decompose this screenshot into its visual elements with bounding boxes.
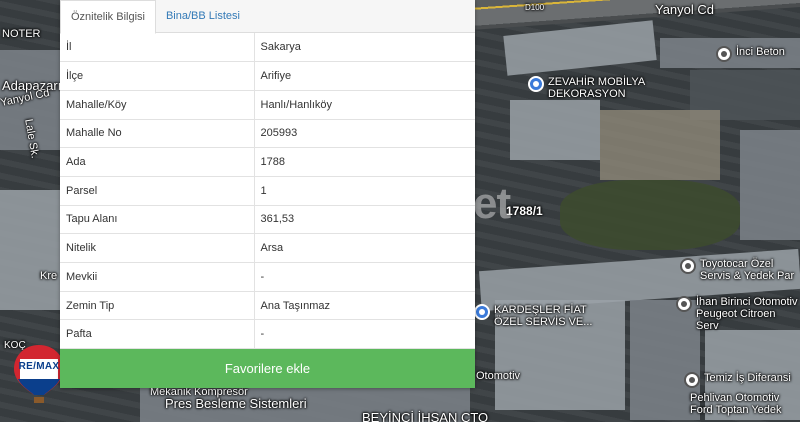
poi-label: İnci Beton (736, 46, 785, 58)
attribute-key: İlçe (60, 61, 255, 91)
map-label-kre: Kre (40, 270, 58, 282)
panel-tabs: Öznitelik Bilgisi Bina/BB Listesi (60, 0, 475, 34)
car-service-pin-icon (676, 296, 692, 312)
poi-kardesler[interactable]: KARDEŞLER FİAT ÖZEL SERVİS VE... (474, 304, 592, 328)
parcel-info-panel: Öznitelik Bilgisi Bina/BB Listesi İl Saka… (60, 0, 475, 388)
attribute-key: Zemin Tip (60, 291, 255, 320)
poi-label: Pehlivan Otomotiv Ford Toptan Yedek (690, 392, 782, 416)
table-row: Pafta - (60, 319, 475, 349)
table-row: Mahalle/Köy Hanlı/Hanlıköy (60, 90, 475, 120)
tree-cover (560, 180, 740, 250)
map-label-noter: NOTER (2, 28, 41, 40)
remax-text: RE/MAX (18, 361, 60, 372)
attribute-key: Tapu Alanı (60, 205, 255, 234)
poi-label: Toyotocar Özel Servis & Yedek Par (700, 258, 795, 282)
poi-zevahir[interactable]: ZEVAHİR MOBİLYA DEKORASYON (528, 76, 645, 100)
car-service-pin-icon (684, 372, 700, 388)
attribute-key: Pafta (60, 319, 255, 349)
table-row: Tapu Alanı 361,53 (60, 205, 475, 234)
attribute-value: Arsa (260, 242, 284, 255)
attribute-value: 1 (260, 184, 267, 197)
map-label-street: Yanyol Cd (655, 2, 715, 17)
shopping-pin-icon (474, 304, 490, 320)
table-row: Parsel 1 (60, 176, 475, 206)
table-row: Nitelik Arsa (60, 233, 475, 263)
shopping-pin-icon (528, 76, 544, 92)
attribute-value: 1788 (260, 156, 285, 169)
attribute-key: Nitelik (60, 233, 255, 263)
table-row: İlçe Arifiye (60, 61, 475, 91)
poi-label: Temiz İş Diferansi (704, 372, 791, 384)
tab-bina-bb-listesi[interactable]: Bina/BB Listesi (156, 0, 251, 32)
table-row: Ada 1788 (60, 147, 475, 177)
attribute-value: Arifiye (260, 70, 292, 83)
remax-badge: RE/MAX (12, 343, 66, 405)
attribute-value: 361,53 (260, 213, 295, 226)
open-ground (600, 110, 720, 180)
balloon-logo-icon (14, 345, 64, 403)
poi-label: Otomotiv (476, 370, 521, 382)
attribute-value: - (260, 270, 265, 283)
poi-pehlivan[interactable]: Pehlivan Otomotiv Ford Toptan Yedek (690, 392, 782, 416)
table-row: İl Sakarya (60, 33, 475, 62)
building-roof (740, 130, 800, 240)
poi-beyinci: BEYİNCİ İHSAN ÇTO (362, 410, 489, 422)
attribute-key: Mahalle/Köy (60, 90, 255, 120)
building-roof (510, 100, 600, 160)
building-roof (0, 190, 60, 310)
attribute-table: İl Sakarya İlçe Arifiye Mahalle/Köy Hanlı/H… (60, 33, 475, 349)
poi-toyotocar[interactable]: Toyotocar Özel Servis & Yedek Par (680, 258, 794, 282)
attribute-value: Sakarya (260, 41, 301, 54)
table-row: Zemin Tip Ana Taşınmaz (60, 291, 475, 320)
attribute-value: 205993 (260, 127, 298, 140)
poi-label: KARDEŞLER FİAT ÖZEL SERVİS VE... (494, 304, 593, 328)
attribute-key: Mevkii (60, 262, 255, 292)
building-roof (503, 20, 657, 76)
map-pin-icon (716, 46, 732, 62)
table-row: Mevkii - (60, 262, 475, 292)
poi-pres: Pres Besleme Sistemleri (165, 396, 307, 411)
attribute-value: - (260, 328, 265, 341)
poi-ihan[interactable]: İhan Birinci Otomotiv Peugeot Citroen Se… (676, 296, 800, 332)
poi-label: İhan Birinci Otomotiv Peugeot Citroen Se… (696, 296, 798, 332)
tab-oznitelik-bilgisi[interactable]: Öznitelik Bilgisi (60, 0, 156, 34)
add-to-favorites-button[interactable]: Favorilere ekle (60, 349, 475, 388)
attribute-key: Mahalle No (60, 119, 255, 148)
car-service-pin-icon (680, 258, 696, 274)
attribute-key: Parsel (60, 176, 255, 206)
poi-otomotiv[interactable]: Otomotiv (476, 370, 520, 382)
poi-temiz[interactable]: Temiz İş Diferansi (684, 372, 791, 388)
poi-label: ZEVAHİR MOBİLYA DEKORASYON (548, 76, 646, 100)
poi-inci-beton[interactable]: İnci Beton (716, 46, 785, 62)
attribute-value: Ana Taşınmaz (260, 299, 331, 312)
attribute-key: Ada (60, 147, 255, 177)
attribute-key: İl (60, 33, 255, 62)
parcel-number-label: 1788/1 (506, 204, 543, 218)
attribute-value: Hanlı/Hanlıköy (260, 98, 333, 111)
map-label-road-number: D100 (525, 3, 545, 12)
table-row: Mahalle No 205993 (60, 119, 475, 148)
